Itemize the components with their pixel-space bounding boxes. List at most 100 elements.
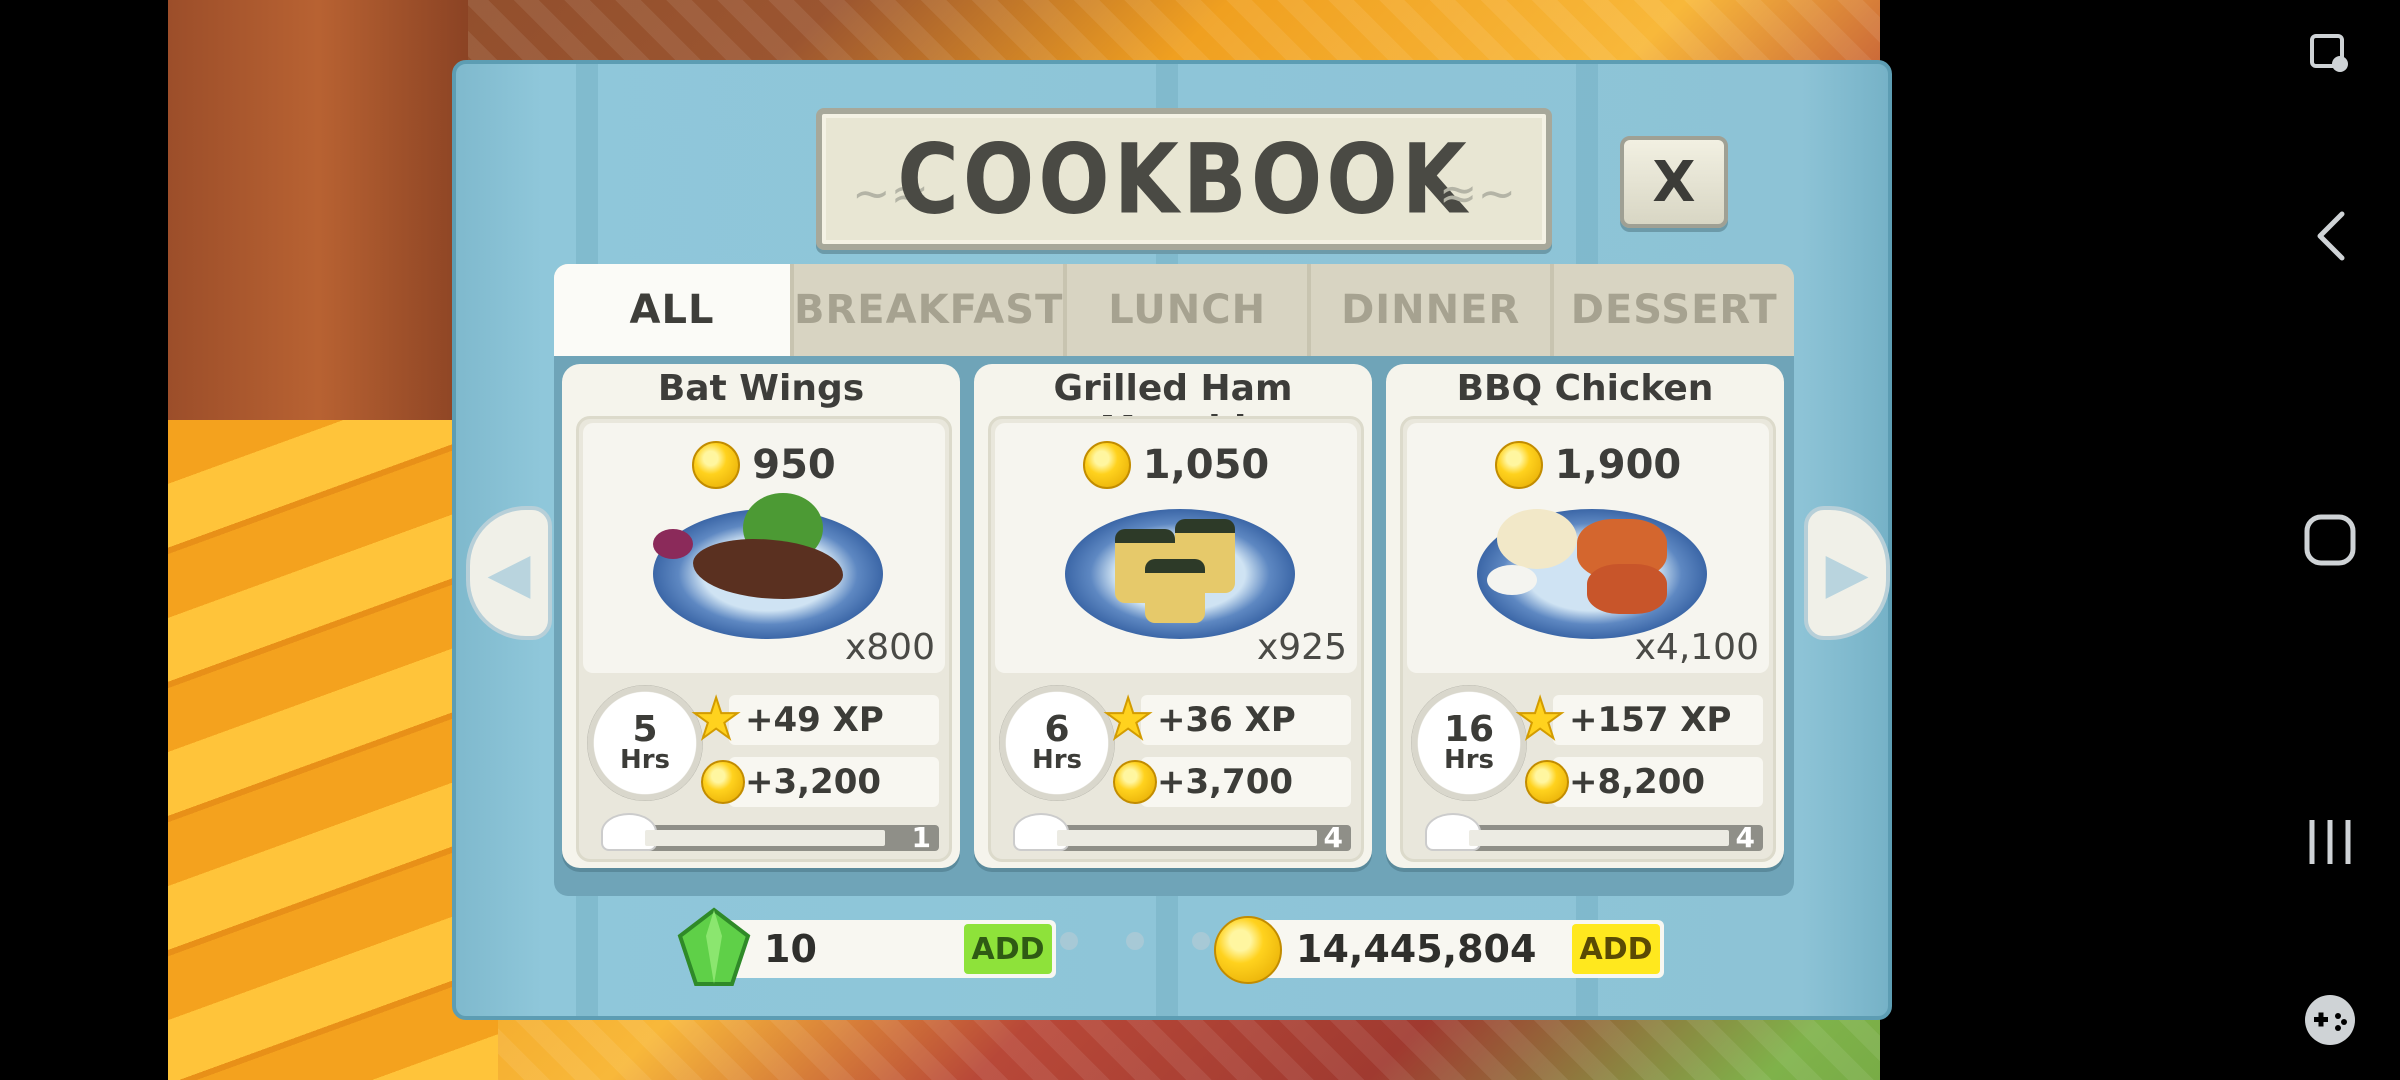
dish-sauce	[1487, 565, 1537, 595]
tab-lunch[interactable]: LUNCH	[1067, 264, 1311, 356]
mastery-level: 1	[911, 821, 931, 854]
mastery-progress-fill	[1469, 830, 1729, 846]
arrow-right-icon: ▶	[1825, 540, 1869, 606]
title-plate: ~≈ COOKBOOK ≈~	[816, 108, 1552, 250]
xp-value: +157 XP	[1569, 700, 1732, 740]
game-controller-icon[interactable]	[2300, 990, 2360, 1050]
recipe-card[interactable]: Bat Wings 950 x800 5 Hrs ★ +49 XP +3,200…	[562, 364, 960, 868]
page-dot[interactable]	[1126, 932, 1144, 950]
timer-icon: 6 Hrs	[999, 685, 1115, 801]
add-gems-button[interactable]: ADD	[964, 924, 1052, 974]
category-tabs: ALL BREAKFAST LUNCH DINNER DESSERT	[554, 264, 1794, 356]
tab-all[interactable]: ALL	[554, 264, 794, 356]
recipe-yield: x4,100	[1634, 627, 1759, 668]
close-button[interactable]: X	[1620, 136, 1728, 228]
coin-icon	[1494, 441, 1543, 489]
coin-icon	[1082, 441, 1131, 489]
screen-record-icon[interactable]	[2300, 24, 2360, 84]
cookbook-dialog: ~≈ COOKBOOK ≈~ X ALL BREAKFAST LUNCH DIN…	[452, 60, 1892, 1020]
gem-balance: 10 ADD	[677, 907, 1056, 986]
xp-reward: ★ +49 XP	[690, 691, 939, 749]
recents-icon[interactable]	[2300, 812, 2360, 872]
star-icon: ★	[1102, 687, 1154, 752]
coin-icon	[1525, 760, 1569, 804]
cook-time-value: 16	[1443, 709, 1495, 750]
xp-value: +49 XP	[745, 700, 884, 740]
wall-left	[168, 0, 468, 420]
recipe-image-box: 1,900 x4,100	[1407, 423, 1769, 673]
mastery-progress-fill	[1057, 830, 1317, 846]
cook-time-unit: Hrs	[1031, 745, 1083, 775]
add-coins-button[interactable]: ADD	[1572, 924, 1660, 974]
recipe-yield: x925	[1256, 627, 1347, 668]
recipe-name: BBQ Chicken	[1456, 368, 1714, 409]
recipe-yield: x800	[844, 627, 935, 668]
price-value: 1,900	[1554, 442, 1682, 488]
timer-icon: 16 Hrs	[1411, 685, 1527, 801]
gem-count: 10	[764, 927, 817, 971]
coin-reward: +3,700	[1113, 757, 1351, 807]
back-icon[interactable]	[2300, 206, 2360, 266]
tab-breakfast[interactable]: BREAKFAST	[794, 264, 1068, 356]
musubi-dish-image	[1065, 509, 1295, 639]
price-value: 1,050	[1142, 442, 1270, 488]
price-value: 950	[752, 442, 836, 488]
xp-reward: ★ +36 XP	[1102, 691, 1351, 749]
coin-icon	[701, 760, 745, 804]
timer-icon: 5 Hrs	[587, 685, 703, 801]
gem-icon	[677, 907, 751, 986]
dish-sauce	[653, 529, 693, 559]
recipe-details: 950 x800 5 Hrs ★ +49 XP +3,200 1	[576, 416, 952, 862]
cook-time-value: 6	[1044, 709, 1070, 750]
xp-reward: ★ +157 XP	[1514, 691, 1763, 749]
swirl-right-decoration: ≈~	[1438, 166, 1516, 220]
xp-value: +36 XP	[1157, 700, 1296, 740]
page-title: COOKBOOK	[897, 122, 1471, 236]
page-dot[interactable]	[1060, 932, 1078, 950]
coin-icon	[1113, 760, 1157, 804]
previous-page-button[interactable]: ◀	[466, 506, 552, 640]
tab-dinner[interactable]: DINNER	[1311, 264, 1555, 356]
floor-left	[168, 420, 498, 1080]
bat-wings-dish-image	[653, 493, 883, 639]
coin-reward-value: +8,200	[1569, 762, 1706, 802]
recipe-image-box: 1,050 x925	[995, 423, 1357, 673]
coin-count: 14,445,804	[1296, 927, 1537, 971]
mastery-level: 4	[1735, 821, 1755, 854]
recipe-card[interactable]: BBQ Chicken 1,900 x4,100 16 Hrs ★ +157 X…	[1386, 364, 1784, 868]
recipe-price: 1,900	[1407, 441, 1769, 489]
recipe-card[interactable]: Grilled Ham Musubi 1,050 x925 6	[974, 364, 1372, 868]
coin-reward: +3,200	[701, 757, 939, 807]
coin-icon	[692, 441, 741, 489]
bbq-chicken-dish-image	[1477, 509, 1707, 639]
recipe-details: 1,050 x925 6 Hrs ★ +36 XP +3,700 4	[988, 416, 1364, 862]
coin-reward-value: +3,700	[1157, 762, 1294, 802]
dish-chicken	[1587, 564, 1667, 614]
cook-time-unit: Hrs	[1443, 745, 1495, 775]
coin-reward-value: +3,200	[745, 762, 882, 802]
mastery-progress: 4	[1013, 813, 1351, 854]
cook-time-value: 5	[632, 709, 658, 750]
page-dot[interactable]	[1192, 932, 1210, 950]
next-page-button[interactable]: ▶	[1804, 506, 1890, 640]
recipe-image-box: 950 x800	[583, 423, 945, 673]
home-icon[interactable]	[2300, 510, 2360, 570]
recipe-price: 950	[583, 441, 945, 489]
dish-potato	[1497, 509, 1577, 569]
coin-reward: +8,200	[1525, 757, 1763, 807]
recipe-price: 1,050	[995, 441, 1357, 489]
mastery-progress: 4	[1425, 813, 1763, 854]
dish-wings	[693, 539, 843, 599]
mastery-progress: 1	[601, 813, 939, 854]
star-icon: ★	[1514, 687, 1566, 752]
coin-stack-icon	[1214, 916, 1282, 984]
arrow-left-icon: ◀	[487, 540, 531, 606]
star-icon: ★	[690, 687, 742, 752]
recipe-list: Bat Wings 950 x800 5 Hrs ★ +49 XP +3,200…	[554, 356, 1794, 896]
tab-dessert[interactable]: DESSERT	[1554, 264, 1794, 356]
dish-musubi	[1145, 559, 1205, 623]
recipe-details: 1,900 x4,100 16 Hrs ★ +157 XP +8,200 4	[1400, 416, 1776, 862]
cook-time-unit: Hrs	[619, 745, 671, 775]
mastery-level: 4	[1323, 821, 1343, 854]
coin-balance: 14,445,804 ADD	[1214, 916, 1664, 984]
